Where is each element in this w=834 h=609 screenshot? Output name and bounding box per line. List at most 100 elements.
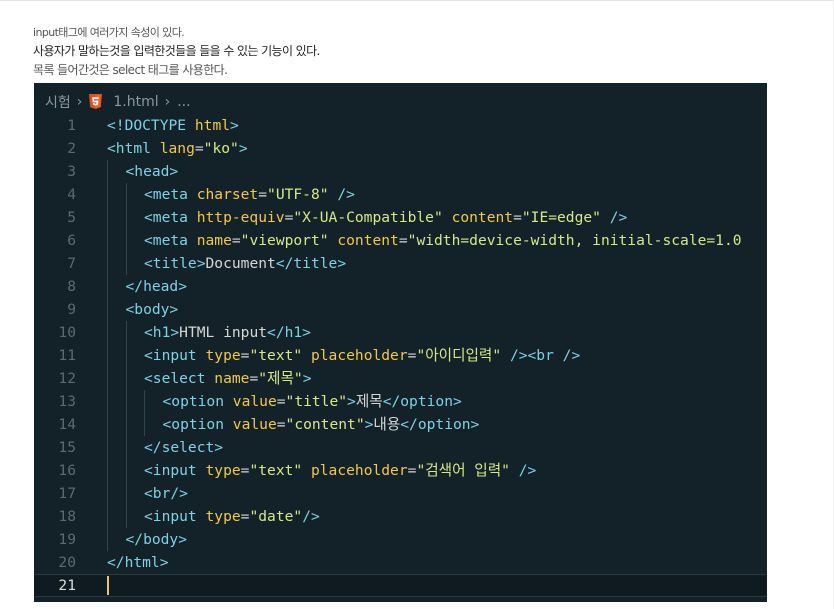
code-token: "IE=edge" [521,209,601,226]
code-line[interactable]: 11 <input type="text" placeholder="아이디입력"… [34,344,767,367]
code-token: = [513,209,522,226]
code-token: "date" [249,508,303,525]
indent-guide [107,298,108,321]
breadcrumb-ellipsis[interactable]: ... [177,94,190,110]
code-text: <meta http-equiv = "X-UA-Compatible" conte… [144,206,627,229]
code-token: <h1> [144,324,180,341]
code-token: value [232,393,277,410]
code-token: "text" [249,347,303,364]
code-token: http-equiv [196,209,285,226]
line-number: 14 [58,416,76,433]
code-token: content [337,232,399,249]
code-token: </select> [144,439,224,456]
code-token: </title> [275,255,347,272]
line-number: 19 [58,531,76,548]
code-line[interactable]: 7 <title>Document</title> [34,252,767,275]
code-line[interactable]: 17 <br/> [34,482,767,505]
line-number: 7 [67,255,76,272]
code-token: 제목 [355,393,383,410]
breadcrumb-folder[interactable]: 시험 [45,92,71,112]
code-line[interactable]: 13 <option value="title">제목</option> [34,390,767,413]
indent-guide [107,436,108,459]
indent-guide [107,229,108,252]
code-token: "text" [249,462,303,479]
code-token: lang [159,140,195,157]
code-token: type [205,462,241,479]
page: input태그에 여러가지 속성이 있다. 사용자가 말하는것을 입력한것들을 … [0,0,834,609]
line-number: 5 [67,209,76,226]
code-line[interactable]: 16 <input type="text" placeholder="검색어 입력… [34,459,767,482]
code-token: /> [302,508,320,525]
code-token: <input [144,347,206,364]
code-line[interactable]: 20 </html> [34,551,767,574]
code-text: </select> [144,436,223,459]
code-line[interactable]: 3 <head> [34,160,767,183]
code-token: <option [162,416,233,433]
line-number: 16 [58,462,76,479]
code-token: name [214,370,250,387]
indent-guide [107,482,108,505]
indent-guide [107,252,108,275]
code-line[interactable]: 8 </head> [34,275,767,298]
code-token: Document [205,255,276,272]
line-number: 13 [58,393,76,410]
code-line[interactable]: 18 <input type="date"/> [34,505,767,528]
code-token: <!DOCTYPE [107,117,195,134]
code-lines[interactable]: 1 <!DOCTYPE html> 2 <html lang="ko"> 3 <head>… [34,114,767,597]
line-number: 9 [67,301,76,318]
code-text: <option value="content">내용</option> [163,413,480,436]
code-text: <!DOCTYPE html> [107,114,239,137]
line-number: 11 [58,347,76,364]
code-token: = [231,232,241,249]
code-line[interactable]: 9 <body> [34,298,767,321]
code-line[interactable]: 12 <select name="제목"> [34,367,767,390]
code-line[interactable]: 15 </select> [34,436,767,459]
code-text: <html lang="ko"> [107,137,248,160]
indent-guide [125,321,127,344]
indent-guide [107,183,108,206]
indent-guide [125,505,127,528]
code-line[interactable]: 2 <html lang="ko"> [34,137,767,160]
code-token: placeholder [310,462,408,479]
line-number: 17 [58,485,76,502]
code-token: <select [144,370,215,387]
code-line[interactable]: 14 <option value="content">내용</option> [34,413,767,436]
code-token: <input [144,508,206,525]
indent-guide [107,160,108,183]
code-token: html [194,117,231,134]
code-line[interactable]: 5 <meta http-equiv = "X-UA-Compatible" cont… [34,206,767,229]
code-token: <option [162,393,233,410]
code-token: = [194,140,204,157]
code-token: "title" [285,393,348,410]
code-text: <input type="date"/> [144,505,320,528]
code-text: <meta name="viewport" content="width=dev… [144,229,742,252]
indent-guide [125,436,127,459]
code-text: </html> [107,551,169,574]
indent-guide [107,390,108,413]
code-token: "width=device-width, initial-scale=1.0 [407,232,742,249]
code-token: = [398,232,408,249]
indent-guide [125,252,127,275]
code-token: </body> [125,531,188,548]
indent-guide [107,459,108,482]
code-line[interactable]: 6 <meta name="viewport" content="width=de… [34,229,767,252]
indent-guide [144,413,145,436]
code-token: /> [337,186,355,203]
code-token: <body> [125,301,179,318]
code-token: "아이디입력" [416,347,502,364]
code-line[interactable]: 1 <!DOCTYPE html> [34,114,767,137]
breadcrumb-file[interactable]: 1.html [113,94,158,110]
code-editor-screenshot[interactable]: 시험 › 1.html › ... 1 <!DOCTYPE html> 2 <html… [34,83,767,602]
code-token: "검색어 입력" [416,462,510,479]
code-line[interactable]: 10 <h1>HTML input</h1> [34,321,767,344]
code-line[interactable]: 4 <meta charset="UTF-8" /> [34,183,767,206]
code-token: type [205,508,241,525]
code-token: = [276,416,286,433]
code-line[interactable]: 21 [34,574,767,597]
code-token: > [238,140,248,157]
line-number: 12 [58,370,76,387]
code-line[interactable]: 19 </body> [34,528,767,551]
breadcrumb-separator: › [76,93,83,110]
code-text: <select name="제목"> [144,367,311,390]
